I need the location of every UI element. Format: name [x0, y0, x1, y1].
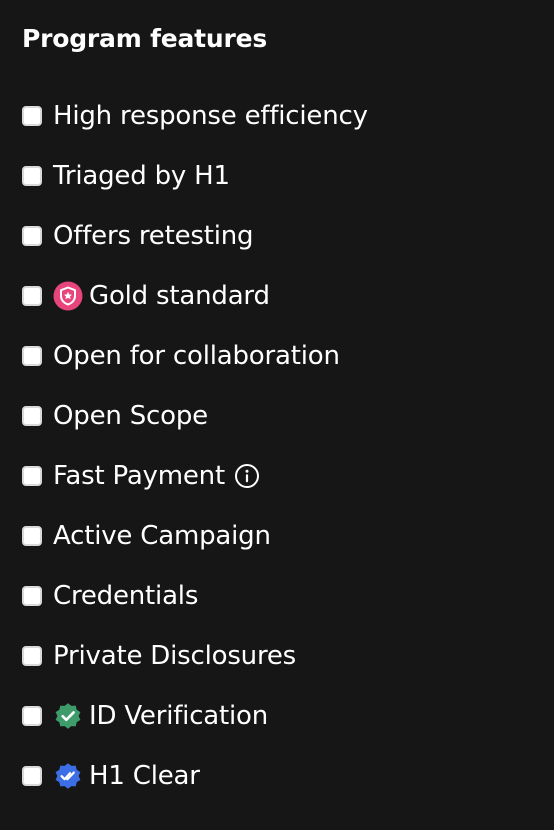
feature-label: Gold standard	[89, 281, 270, 311]
feature-fast-payment[interactable]: Fast Payment	[22, 456, 368, 496]
checkbox[interactable]	[22, 706, 42, 726]
feature-offers-retesting[interactable]: Offers retesting	[22, 216, 368, 256]
feature-label: H1 Clear	[89, 761, 200, 791]
checkbox[interactable]	[22, 466, 42, 486]
checkbox[interactable]	[22, 406, 42, 426]
checkbox[interactable]	[22, 226, 42, 246]
checkbox[interactable]	[22, 526, 42, 546]
feature-label: Private Disclosures	[53, 641, 297, 671]
h1-clear-check-badge-icon	[53, 761, 83, 791]
checkbox[interactable]	[22, 646, 42, 666]
info-icon[interactable]	[234, 463, 260, 489]
id-verification-check-badge-icon	[53, 701, 83, 731]
feature-filter-list: High response efficiency Triaged by H1 O…	[22, 96, 368, 816]
program-features-panel: Program features High response efficienc…	[0, 0, 554, 830]
section-title: Program features	[22, 24, 268, 53]
feature-label: Open for collaboration	[53, 341, 340, 371]
feature-triaged-by-h1[interactable]: Triaged by H1	[22, 156, 368, 196]
gold-standard-shield-icon	[53, 281, 83, 311]
feature-open-scope[interactable]: Open Scope	[22, 396, 368, 436]
feature-active-campaign[interactable]: Active Campaign	[22, 516, 368, 556]
checkbox[interactable]	[22, 286, 42, 306]
feature-high-response-efficiency[interactable]: High response efficiency	[22, 96, 368, 136]
feature-label: Credentials	[53, 581, 199, 611]
feature-private-disclosures[interactable]: Private Disclosures	[22, 636, 368, 676]
feature-label: Fast Payment	[53, 461, 225, 491]
feature-label: Active Campaign	[53, 521, 271, 551]
feature-h1-clear[interactable]: H1 Clear	[22, 756, 368, 796]
feature-credentials[interactable]: Credentials	[22, 576, 368, 616]
checkbox[interactable]	[22, 106, 42, 126]
feature-open-for-collaboration[interactable]: Open for collaboration	[22, 336, 368, 376]
feature-gold-standard[interactable]: Gold standard	[22, 276, 368, 316]
checkbox[interactable]	[22, 346, 42, 366]
feature-id-verification[interactable]: ID Verification	[22, 696, 368, 736]
feature-label: High response efficiency	[53, 101, 368, 131]
feature-label: Offers retesting	[53, 221, 254, 251]
checkbox[interactable]	[22, 166, 42, 186]
feature-label: ID Verification	[89, 701, 269, 731]
feature-label: Triaged by H1	[53, 161, 230, 191]
checkbox[interactable]	[22, 766, 42, 786]
feature-label: Open Scope	[53, 401, 208, 431]
checkbox[interactable]	[22, 586, 42, 606]
